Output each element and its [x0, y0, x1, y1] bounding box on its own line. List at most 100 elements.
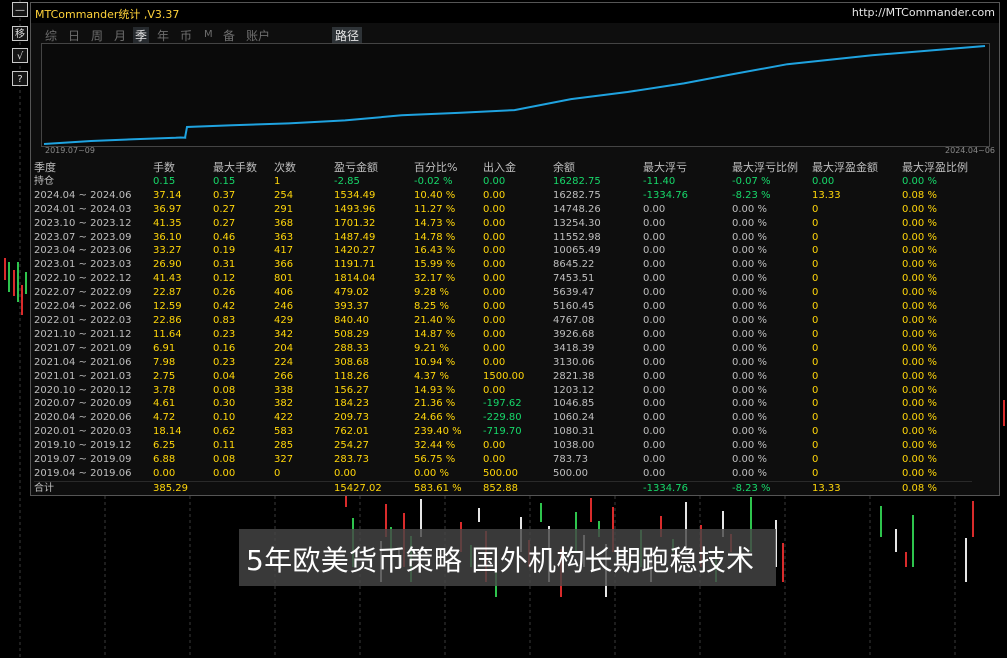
- price-candle: [782, 543, 784, 582]
- table-row[interactable]: 2019.07 ~ 2019.09 6.88 0.08 327 283.73 56.75 …: [34, 453, 972, 467]
- table-row[interactable]: 2019.10 ~ 2019.12 6.25 0.11 285 254.27 32.44 …: [34, 439, 972, 453]
- header-quarter[interactable]: 季度: [34, 161, 153, 175]
- table-row[interactable]: 2023.07 ~ 2023.09 36.10 0.46 363 1487.49 14.7…: [34, 231, 972, 245]
- table-cell: 0: [812, 370, 819, 382]
- price-candle: [905, 552, 907, 567]
- tab-notes[interactable]: 备: [223, 27, 235, 44]
- price-candle: [1003, 400, 1005, 426]
- help-button[interactable]: ?: [12, 71, 28, 86]
- table-cell: 0.00 %: [902, 259, 937, 271]
- header-max-floating-loss[interactable]: 最大浮亏: [643, 161, 732, 175]
- table-cell: 0.00 %: [732, 328, 767, 340]
- table-cell: 0.00 %: [732, 384, 767, 396]
- table-cell: 0.00 %: [732, 454, 767, 466]
- price-candle: [972, 501, 974, 537]
- tab-quarterly[interactable]: 季: [133, 27, 150, 44]
- table-row[interactable]: 2020.01 ~ 2020.03 18.14 0.62 583 762.01 239.4…: [34, 425, 972, 439]
- tab-monthly[interactable]: 月: [114, 27, 126, 44]
- table-cell: 11.64: [153, 328, 182, 340]
- header-profit[interactable]: 盈亏金额: [334, 161, 414, 175]
- tab-path[interactable]: 路径: [332, 27, 363, 44]
- table-cell: [553, 480, 643, 496]
- header-max-floating-loss-ratio[interactable]: 最大浮亏比例: [732, 161, 812, 175]
- price-candle: [478, 508, 480, 522]
- header-max-floating-profit-ratio[interactable]: 最大浮盈比例: [902, 161, 972, 175]
- tab-weekly[interactable]: 周: [91, 27, 103, 44]
- table-cell: 6.25: [153, 440, 176, 452]
- table-cell: 0.00 %: [732, 217, 767, 229]
- table-row[interactable]: 2024.01 ~ 2024.03 36.97 0.27 291 1493.96 11.2…: [34, 203, 972, 217]
- table-cell: 0: [812, 467, 819, 479]
- tab-currency[interactable]: 币: [180, 27, 192, 44]
- table-cell: 4.61: [153, 398, 176, 410]
- table-row-holding[interactable]: 持仓 0.15 0.15 1 -2.85 -0.02 % 0.00 16282.75 -11.4…: [34, 175, 972, 189]
- table-row[interactable]: 2022.01 ~ 2022.03 22.86 0.83 429 840.40 21.40…: [34, 314, 972, 328]
- table-cell: 14748.26: [553, 203, 601, 215]
- header-trades[interactable]: 次数: [274, 161, 334, 175]
- table-cell: 0.00: [483, 440, 506, 452]
- header-max-floating-profit[interactable]: 最大浮盈金额: [812, 161, 902, 175]
- table-cell: 36.97: [153, 203, 182, 215]
- tab-daily[interactable]: 日: [68, 27, 80, 44]
- table-cell: 852.88: [483, 480, 553, 496]
- table-row[interactable]: 2022.10 ~ 2022.12 41.43 0.12 801 1814.04 32.1…: [34, 272, 972, 286]
- table-cell: 0: [812, 301, 819, 313]
- header-max-lots[interactable]: 最大手数: [213, 161, 274, 175]
- confirm-button[interactable]: √: [12, 48, 28, 63]
- table-cell: 0.00 %: [902, 412, 937, 424]
- table-row[interactable]: 2023.10 ~ 2023.12 41.35 0.27 368 1701.32 14.7…: [34, 217, 972, 231]
- table-cell: 0: [812, 398, 819, 410]
- tab-yearly[interactable]: 年: [157, 27, 169, 44]
- table-row[interactable]: 2020.07 ~ 2020.09 4.61 0.30 382 184.23 21.36 …: [34, 397, 972, 411]
- header-deposit[interactable]: 出入金: [483, 161, 553, 175]
- table-cell: 0.00: [643, 301, 666, 313]
- table-row[interactable]: 2021.01 ~ 2021.03 2.75 0.04 266 118.26 4.37 %…: [34, 370, 972, 384]
- table-cell: 0.30: [213, 398, 236, 410]
- table-row[interactable]: 2020.04 ~ 2020.06 4.72 0.10 422 209.73 24.66 …: [34, 411, 972, 425]
- table-row[interactable]: 2022.04 ~ 2022.06 12.59 0.42 246 393.37 8.25 …: [34, 300, 972, 314]
- curve-end-date: 2024.04~06: [945, 146, 995, 155]
- header-percent[interactable]: 百分比%: [414, 161, 483, 175]
- table-header-row: 季度 手数 最大手数 次数 盈亏金额 百分比% 出入金 余额 最大浮亏 最大浮亏比例 最大浮盈金额最…: [34, 161, 972, 175]
- table-row[interactable]: 2021.07 ~ 2021.09 6.91 0.16 204 288.33 9.21 %…: [34, 342, 972, 356]
- table-cell: 0.12: [213, 273, 236, 285]
- minimize-button[interactable]: —: [12, 2, 28, 17]
- website-link[interactable]: http://MTCommander.com: [852, 6, 995, 19]
- header-balance[interactable]: 余额: [553, 161, 643, 175]
- equity-curve-chart: [41, 43, 990, 147]
- table-cell: 209.73: [334, 412, 369, 424]
- table-cell: 0.15: [213, 175, 236, 187]
- table-row[interactable]: 2024.04 ~ 2024.06 37.14 0.37 254 1534.49 10.4…: [34, 189, 972, 203]
- table-cell: 0: [812, 454, 819, 466]
- table-cell: 283.73: [334, 454, 369, 466]
- table-row[interactable]: 2023.01 ~ 2023.03 26.90 0.31 366 1191.71 15.9…: [34, 258, 972, 272]
- table-cell: 0: [812, 440, 819, 452]
- table-row[interactable]: 2021.04 ~ 2021.06 7.98 0.23 224 308.68 10.94 …: [34, 356, 972, 370]
- table-cell: 2023.10 ~ 2023.12: [34, 217, 132, 229]
- tab-account[interactable]: 账户: [246, 27, 270, 44]
- table-cell: 0.00 %: [902, 467, 937, 479]
- table-cell: 500.00: [483, 467, 518, 479]
- table-cell: 0: [812, 314, 819, 326]
- table-cell: 33.27: [153, 245, 182, 257]
- table-cell: 37.14: [153, 189, 182, 201]
- table-row[interactable]: 2019.04 ~ 2019.06 0.00 0.00 0 0.00 0.00 % 500.…: [34, 467, 972, 481]
- table-cell: 2023.01 ~ 2023.03: [34, 259, 132, 271]
- price-candle: [21, 285, 23, 315]
- table-cell: 0.00: [643, 356, 666, 368]
- table-cell: 500.00: [553, 467, 588, 479]
- header-lots[interactable]: 手数: [153, 161, 213, 175]
- table-row[interactable]: 2023.04 ~ 2023.06 33.27 0.19 417 1420.27 16.4…: [34, 244, 972, 258]
- tab-magic[interactable]: M: [204, 29, 213, 40]
- table-cell: 4.72: [153, 412, 176, 424]
- table-cell: 0.00: [483, 384, 506, 396]
- table-cell: [274, 480, 334, 496]
- table-cell: 1420.27: [334, 245, 376, 257]
- move-button[interactable]: 移: [12, 26, 28, 41]
- table-row[interactable]: 2022.07 ~ 2022.09 22.87 0.26 406 479.02 9.28 …: [34, 286, 972, 300]
- table-cell: 0: [812, 203, 819, 215]
- table-row[interactable]: 2020.10 ~ 2020.12 3.78 0.08 338 156.27 14.93 …: [34, 384, 972, 398]
- table-cell: 14.78 %: [414, 231, 456, 243]
- tab-overview[interactable]: 综: [45, 27, 57, 44]
- table-row[interactable]: 2021.10 ~ 2021.12 11.64 0.23 342 508.29 14.87…: [34, 328, 972, 342]
